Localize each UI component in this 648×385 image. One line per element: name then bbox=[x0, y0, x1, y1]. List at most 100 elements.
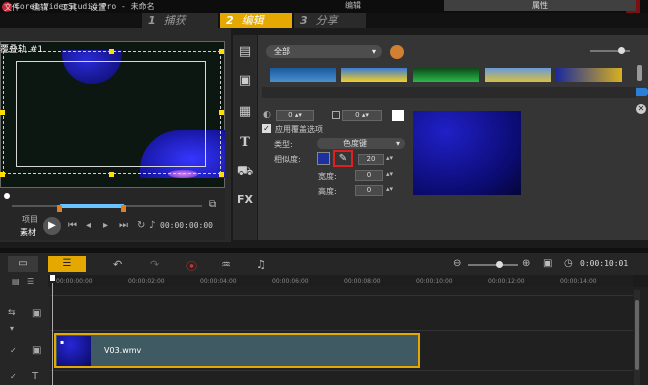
transition-icon[interactable]: ▣ bbox=[236, 73, 254, 89]
mode-project[interactable]: 项目 bbox=[22, 214, 38, 225]
safe-area bbox=[16, 61, 206, 167]
ruler-tick: 00:00:04:00 bbox=[200, 278, 237, 285]
instant-project-icon[interactable]: ⛟ bbox=[236, 164, 254, 180]
track-manager-icon[interactable]: ▤ bbox=[12, 277, 20, 286]
ruler-tick: 00:00:12:00 bbox=[488, 278, 525, 285]
resize-handle[interactable] bbox=[0, 110, 5, 115]
menu-tools[interactable]: 工具 bbox=[61, 2, 77, 13]
go-start-icon[interactable]: ⏮ bbox=[68, 220, 77, 231]
go-end-icon[interactable]: ⏭ bbox=[119, 220, 128, 231]
track-expand-icon[interactable]: ▾ bbox=[10, 324, 14, 333]
resize-handle[interactable] bbox=[109, 49, 114, 54]
thumb-size-handle[interactable] bbox=[618, 47, 625, 54]
apply-overlay-checkbox[interactable]: ✓ bbox=[262, 124, 271, 133]
eyedropper-icon[interactable]: ✎ bbox=[333, 150, 353, 167]
overlay-track-icon: ▣ bbox=[32, 345, 42, 356]
title-track-icon: T bbox=[32, 371, 39, 382]
trim-in-marker[interactable] bbox=[57, 205, 62, 212]
repeat-icon[interactable]: ↻ bbox=[137, 220, 145, 231]
tab-share[interactable]: 3 分享 bbox=[294, 13, 366, 28]
play-button[interactable]: ▶ bbox=[43, 217, 61, 235]
border-spinner[interactable]: 0 ▴▾ bbox=[342, 110, 382, 121]
trim-out-marker[interactable] bbox=[121, 205, 126, 212]
sound-mixer-icon[interactable]: ♒ bbox=[221, 258, 231, 271]
timeline-scroll-thumb[interactable] bbox=[635, 300, 639, 370]
timeline-timecode[interactable]: 0:00:10:01 bbox=[580, 259, 628, 268]
tab-capture[interactable]: 1 捕获 bbox=[142, 13, 218, 28]
library-thumb[interactable] bbox=[556, 68, 622, 82]
zoom-slider[interactable] bbox=[468, 264, 518, 266]
playhead-marker[interactable] bbox=[50, 275, 55, 281]
track-toggle-icon[interactable]: ⇆ bbox=[8, 308, 16, 318]
undo-icon[interactable]: ↶ bbox=[113, 258, 122, 271]
menu-edit[interactable]: 编辑 bbox=[32, 2, 48, 13]
key-color-swatch[interactable] bbox=[317, 152, 330, 165]
mode-clip[interactable]: 素材 bbox=[20, 227, 36, 238]
resize-handle[interactable] bbox=[219, 49, 224, 54]
storyboard-view-icon[interactable]: ▭ bbox=[8, 256, 38, 272]
track-divider bbox=[50, 295, 633, 296]
library-thumb[interactable] bbox=[413, 68, 479, 82]
enlarge-icon[interactable]: ⧉ bbox=[209, 199, 221, 210]
menu-file[interactable]: 文件 bbox=[4, 2, 20, 13]
zoom-handle[interactable] bbox=[496, 261, 503, 268]
auto-music-icon[interactable]: ♫ bbox=[256, 258, 266, 271]
resize-handle[interactable] bbox=[219, 172, 224, 177]
media-icon[interactable]: ▤ bbox=[236, 44, 254, 60]
similarity-stepper-icon[interactable]: ▴▾ bbox=[386, 154, 393, 162]
height-stepper-icon[interactable]: ▴▾ bbox=[386, 185, 393, 193]
track-label: 覆叠轨 #1 bbox=[0, 45, 44, 55]
library-scrollbar[interactable] bbox=[637, 65, 642, 81]
resize-handle[interactable] bbox=[219, 110, 224, 115]
track-divider bbox=[50, 330, 633, 331]
redo-icon[interactable]: ↷ bbox=[150, 258, 159, 271]
width-spinner[interactable]: 0 bbox=[355, 170, 383, 181]
zoom-out-icon[interactable]: ⊖ bbox=[453, 258, 461, 269]
tab-edit[interactable]: 2 编辑 bbox=[220, 13, 292, 28]
scrubber-handle[interactable] bbox=[4, 193, 10, 199]
library-thumb[interactable] bbox=[270, 68, 336, 82]
chapter-icon[interactable]: ☰ bbox=[27, 277, 34, 286]
resize-handle[interactable] bbox=[0, 172, 5, 177]
ruler-tick: 00:00:00:00 bbox=[56, 278, 93, 285]
clock-icon: ◷ bbox=[564, 258, 573, 269]
ruler-tick: 00:00:14:00 bbox=[560, 278, 597, 285]
type-dropdown[interactable]: 色度键 ▾ bbox=[317, 138, 405, 149]
track-divider bbox=[50, 370, 633, 371]
next-frame-icon[interactable]: ▸ bbox=[103, 220, 108, 231]
close-options-icon[interactable]: ✕ bbox=[636, 104, 646, 114]
ruler-tick: 00:00:06:00 bbox=[272, 278, 309, 285]
border-color-swatch[interactable] bbox=[392, 110, 404, 121]
record-capture-icon[interactable]: ⦿ bbox=[186, 258, 197, 274]
track-headers bbox=[0, 287, 50, 385]
tab-options-attribute[interactable]: 属性 bbox=[444, 0, 636, 11]
transparency-spinner[interactable]: 0 ▴▾ bbox=[276, 110, 314, 121]
fit-project-icon[interactable]: ▣ bbox=[543, 258, 552, 269]
title-icon[interactable]: T bbox=[236, 135, 254, 151]
tab-options-edit[interactable]: 编辑 bbox=[262, 0, 444, 11]
height-spinner[interactable]: 0 bbox=[355, 185, 383, 196]
fx-icon[interactable]: FX bbox=[236, 193, 254, 209]
graphics-icon[interactable]: ▦ bbox=[236, 104, 254, 120]
width-stepper-icon[interactable]: ▴▾ bbox=[386, 170, 393, 178]
clip-type-icon: ▪ bbox=[60, 339, 65, 346]
library-thumb[interactable] bbox=[341, 68, 407, 82]
menu-settings[interactable]: 设置 bbox=[90, 2, 106, 13]
clip-label: V03.wmv bbox=[104, 346, 142, 355]
resize-handle[interactable] bbox=[109, 172, 114, 177]
similarity-spinner[interactable]: 20 bbox=[358, 154, 384, 165]
track-manager-area bbox=[0, 275, 48, 287]
zoom-in-icon[interactable]: ⊕ bbox=[522, 258, 530, 269]
prev-frame-icon[interactable]: ◂ bbox=[86, 220, 91, 231]
track-mute-icon[interactable]: ✓ bbox=[10, 372, 17, 381]
library-thumb[interactable] bbox=[485, 68, 551, 82]
browse-icon[interactable] bbox=[390, 45, 404, 59]
track-mute-icon[interactable]: ✓ bbox=[10, 346, 17, 355]
timeline-view-icon[interactable]: ☰ bbox=[48, 256, 86, 272]
preview-timecode[interactable]: 00:00:00:00 bbox=[160, 221, 213, 230]
collapse-icon[interactable] bbox=[634, 88, 648, 96]
volume-icon[interactable]: ♪ bbox=[149, 220, 155, 231]
apply-overlay-label: 应用覆盖选项 bbox=[275, 125, 323, 134]
type-label: 类型: bbox=[274, 140, 293, 149]
library-dropdown[interactable]: 全部 ▾ bbox=[266, 45, 382, 58]
